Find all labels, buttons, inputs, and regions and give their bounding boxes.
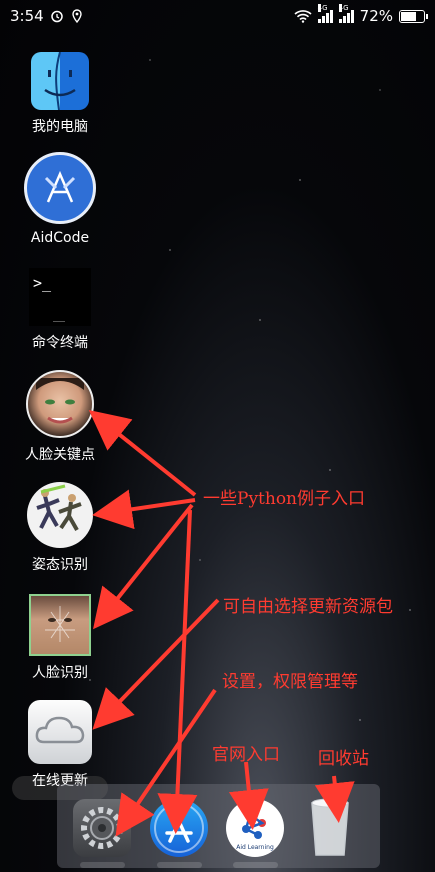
annotation-official-site: 官网入口 bbox=[212, 745, 280, 765]
annotation-recycle-bin: 回收站 bbox=[318, 749, 369, 769]
annotation-python-examples: 一些Python例子入口 bbox=[203, 489, 366, 509]
annotation-update-resources: 可自由选择更新资源包 bbox=[223, 597, 393, 617]
annotation-settings: 设置，权限管理等 bbox=[222, 672, 358, 692]
